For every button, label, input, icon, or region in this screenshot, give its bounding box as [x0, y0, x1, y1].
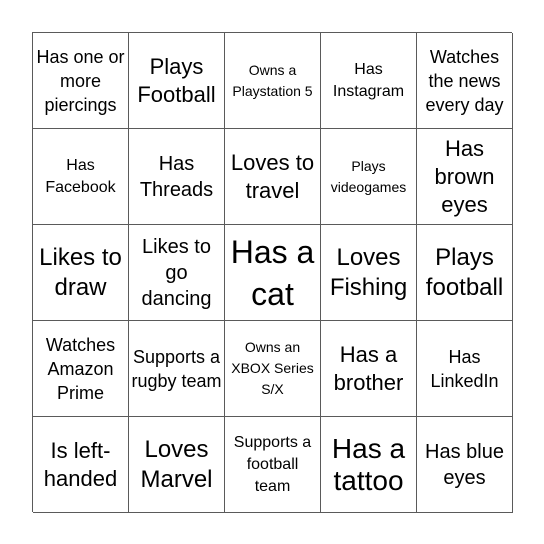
bingo-cell[interactable]: Watches Amazon Prime: [33, 321, 129, 417]
bingo-cell[interactable]: Plays videogames: [321, 129, 417, 225]
bingo-cell[interactable]: Loves Fishing: [321, 225, 417, 321]
bingo-cell[interactable]: Likes to draw: [33, 225, 129, 321]
bingo-cell[interactable]: Has brown eyes: [417, 129, 513, 225]
bingo-cell[interactable]: Has a tattoo: [321, 417, 417, 513]
bingo-card: Has one or more piercings Plays Football…: [32, 32, 513, 513]
bingo-cell[interactable]: Has one or more piercings: [33, 33, 129, 129]
bingo-cell[interactable]: Plays football: [417, 225, 513, 321]
bingo-cell[interactable]: Owns a Playstation 5: [225, 33, 321, 129]
bingo-cell[interactable]: Likes to go dancing: [129, 225, 225, 321]
bingo-cell[interactable]: Has a brother: [321, 321, 417, 417]
bingo-cell[interactable]: Has Threads: [129, 129, 225, 225]
bingo-cell[interactable]: Supports a rugby team: [129, 321, 225, 417]
bingo-cell[interactable]: Has blue eyes: [417, 417, 513, 513]
bingo-cell[interactable]: Has Facebook: [33, 129, 129, 225]
bingo-cell[interactable]: Has LinkedIn: [417, 321, 513, 417]
bingo-cell[interactable]: Is left-handed: [33, 417, 129, 513]
bingo-cell[interactable]: Has a cat: [225, 225, 321, 321]
bingo-cell[interactable]: Has Instagram: [321, 33, 417, 129]
bingo-cell[interactable]: Loves Marvel: [129, 417, 225, 513]
bingo-cell[interactable]: Plays Football: [129, 33, 225, 129]
bingo-cell[interactable]: Owns an XBOX Series S/X: [225, 321, 321, 417]
bingo-cell[interactable]: Watches the news every day: [417, 33, 513, 129]
bingo-cell[interactable]: Loves to travel: [225, 129, 321, 225]
bingo-cell[interactable]: Supports a football team: [225, 417, 321, 513]
